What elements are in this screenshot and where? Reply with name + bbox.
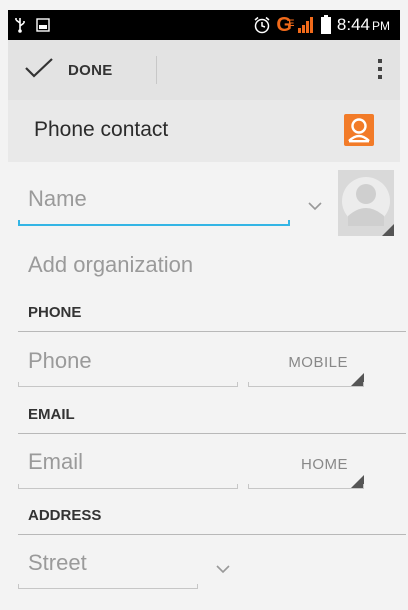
email-field-underline <box>18 484 238 489</box>
email-field[interactable]: Email <box>28 449 83 475</box>
phone-type-selector[interactable]: MOBILE <box>288 354 348 371</box>
name-field-underline <box>18 220 290 226</box>
street-field-underline <box>18 584 198 589</box>
contact-form: Name Add organization PHONE Phone MOBILE… <box>8 162 406 610</box>
status-clock: 8:44 PM <box>337 15 390 35</box>
status-bar-right: GE 8:44 PM <box>253 14 390 36</box>
contact-account-icon[interactable] <box>344 114 374 146</box>
organization-field[interactable]: Add organization <box>28 252 193 278</box>
network-superscript: E <box>288 18 295 28</box>
phone-section-line <box>18 331 406 332</box>
account-label: Phone contact <box>34 118 169 141</box>
done-button[interactable]: DONE <box>24 52 113 88</box>
checkmark-icon <box>24 57 54 84</box>
email-section-header: EMAIL <box>28 406 75 423</box>
usb-icon <box>14 17 26 33</box>
phone-type-underline <box>248 382 364 387</box>
address-section-header: ADDRESS <box>28 507 102 524</box>
account-header: Phone contact <box>8 100 400 162</box>
name-field[interactable]: Name <box>28 186 87 212</box>
alarm-icon <box>253 16 271 34</box>
contact-photo[interactable] <box>338 170 394 236</box>
status-bar-left <box>14 16 50 34</box>
battery-icon <box>320 15 332 35</box>
action-bar: DONE <box>8 40 400 101</box>
image-icon <box>36 18 50 32</box>
status-bar: GE 8:44 PM <box>8 10 400 40</box>
address-expand-chevron-icon[interactable] <box>216 561 230 574</box>
email-type-selector[interactable]: HOME <box>301 456 348 473</box>
street-field[interactable]: Street <box>28 550 87 576</box>
address-section-line <box>18 534 406 535</box>
chevron-down-icon[interactable] <box>308 198 322 211</box>
email-section-line <box>18 433 406 434</box>
clock-ampm: PM <box>372 19 390 33</box>
network-type: GE <box>276 14 295 36</box>
phone-type-corner <box>350 373 364 387</box>
signal-icon <box>297 16 315 34</box>
clock-time: 8:44 <box>336 15 370 34</box>
done-label: DONE <box>68 61 113 79</box>
phone-section-header: PHONE <box>28 304 82 321</box>
action-bar-divider <box>156 56 157 84</box>
email-type-underline <box>248 484 364 489</box>
phone-field[interactable]: Phone <box>28 348 92 374</box>
overflow-menu-icon[interactable] <box>374 56 386 86</box>
email-type-corner <box>350 475 364 489</box>
photo-corner-indicator <box>382 224 394 236</box>
phone-field-underline <box>18 382 238 387</box>
